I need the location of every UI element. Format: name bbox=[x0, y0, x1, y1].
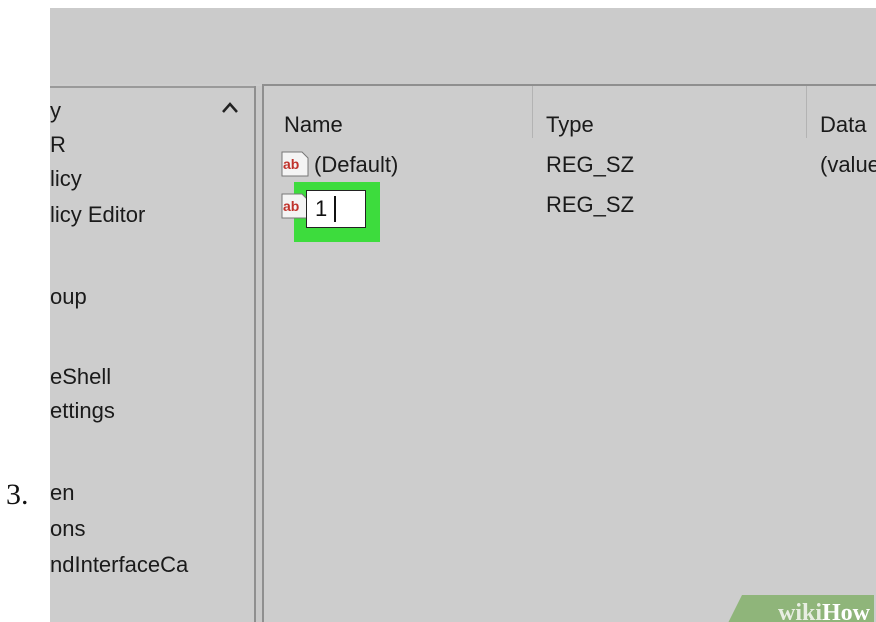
value-name[interactable]: (Default) bbox=[314, 152, 398, 178]
tree-item[interactable]: ons bbox=[50, 516, 85, 542]
tree-item[interactable]: R bbox=[50, 132, 66, 158]
registry-tree-pane[interactable]: y R licy licy Editor oup eShell ettings … bbox=[50, 86, 254, 622]
reg-string-icon: ab bbox=[281, 151, 309, 177]
value-type: REG_SZ bbox=[546, 192, 635, 217]
tree-item[interactable]: eShell bbox=[50, 364, 111, 390]
tree-item[interactable]: oup bbox=[50, 284, 87, 310]
svg-text:ab: ab bbox=[283, 198, 299, 214]
column-header-data[interactable]: Data bbox=[820, 112, 866, 138]
registry-editor-window: y R licy licy Editor oup eShell ettings … bbox=[50, 8, 876, 622]
column-header-type[interactable]: Type bbox=[546, 112, 594, 138]
tree-item[interactable]: en bbox=[50, 480, 74, 506]
step-number: 3. bbox=[6, 478, 29, 511]
values-list-pane[interactable]: Name Type Data ab (Default) REG_SZ (valu… bbox=[262, 84, 876, 622]
tree-item[interactable]: licy bbox=[50, 166, 82, 192]
value-type: REG_SZ bbox=[546, 152, 635, 177]
tree-item[interactable]: ndInterfaceCa bbox=[50, 552, 188, 578]
column-divider[interactable] bbox=[806, 86, 807, 138]
value-data: (value bbox=[820, 152, 876, 177]
toolbar-area bbox=[50, 8, 876, 84]
tree-item[interactable]: licy Editor bbox=[50, 202, 145, 228]
svg-text:ab: ab bbox=[283, 156, 299, 172]
tree-item[interactable]: y bbox=[50, 98, 61, 124]
column-header-name[interactable]: Name bbox=[284, 112, 343, 138]
wikihow-logo-text: wikiHow bbox=[777, 600, 870, 622]
scroll-up-icon[interactable] bbox=[218, 96, 242, 120]
tree-item[interactable]: ettings bbox=[50, 398, 115, 424]
column-divider[interactable] bbox=[532, 86, 533, 138]
text-caret bbox=[334, 196, 336, 222]
pane-splitter[interactable] bbox=[254, 86, 262, 622]
rename-input[interactable]: 1 bbox=[306, 190, 366, 228]
